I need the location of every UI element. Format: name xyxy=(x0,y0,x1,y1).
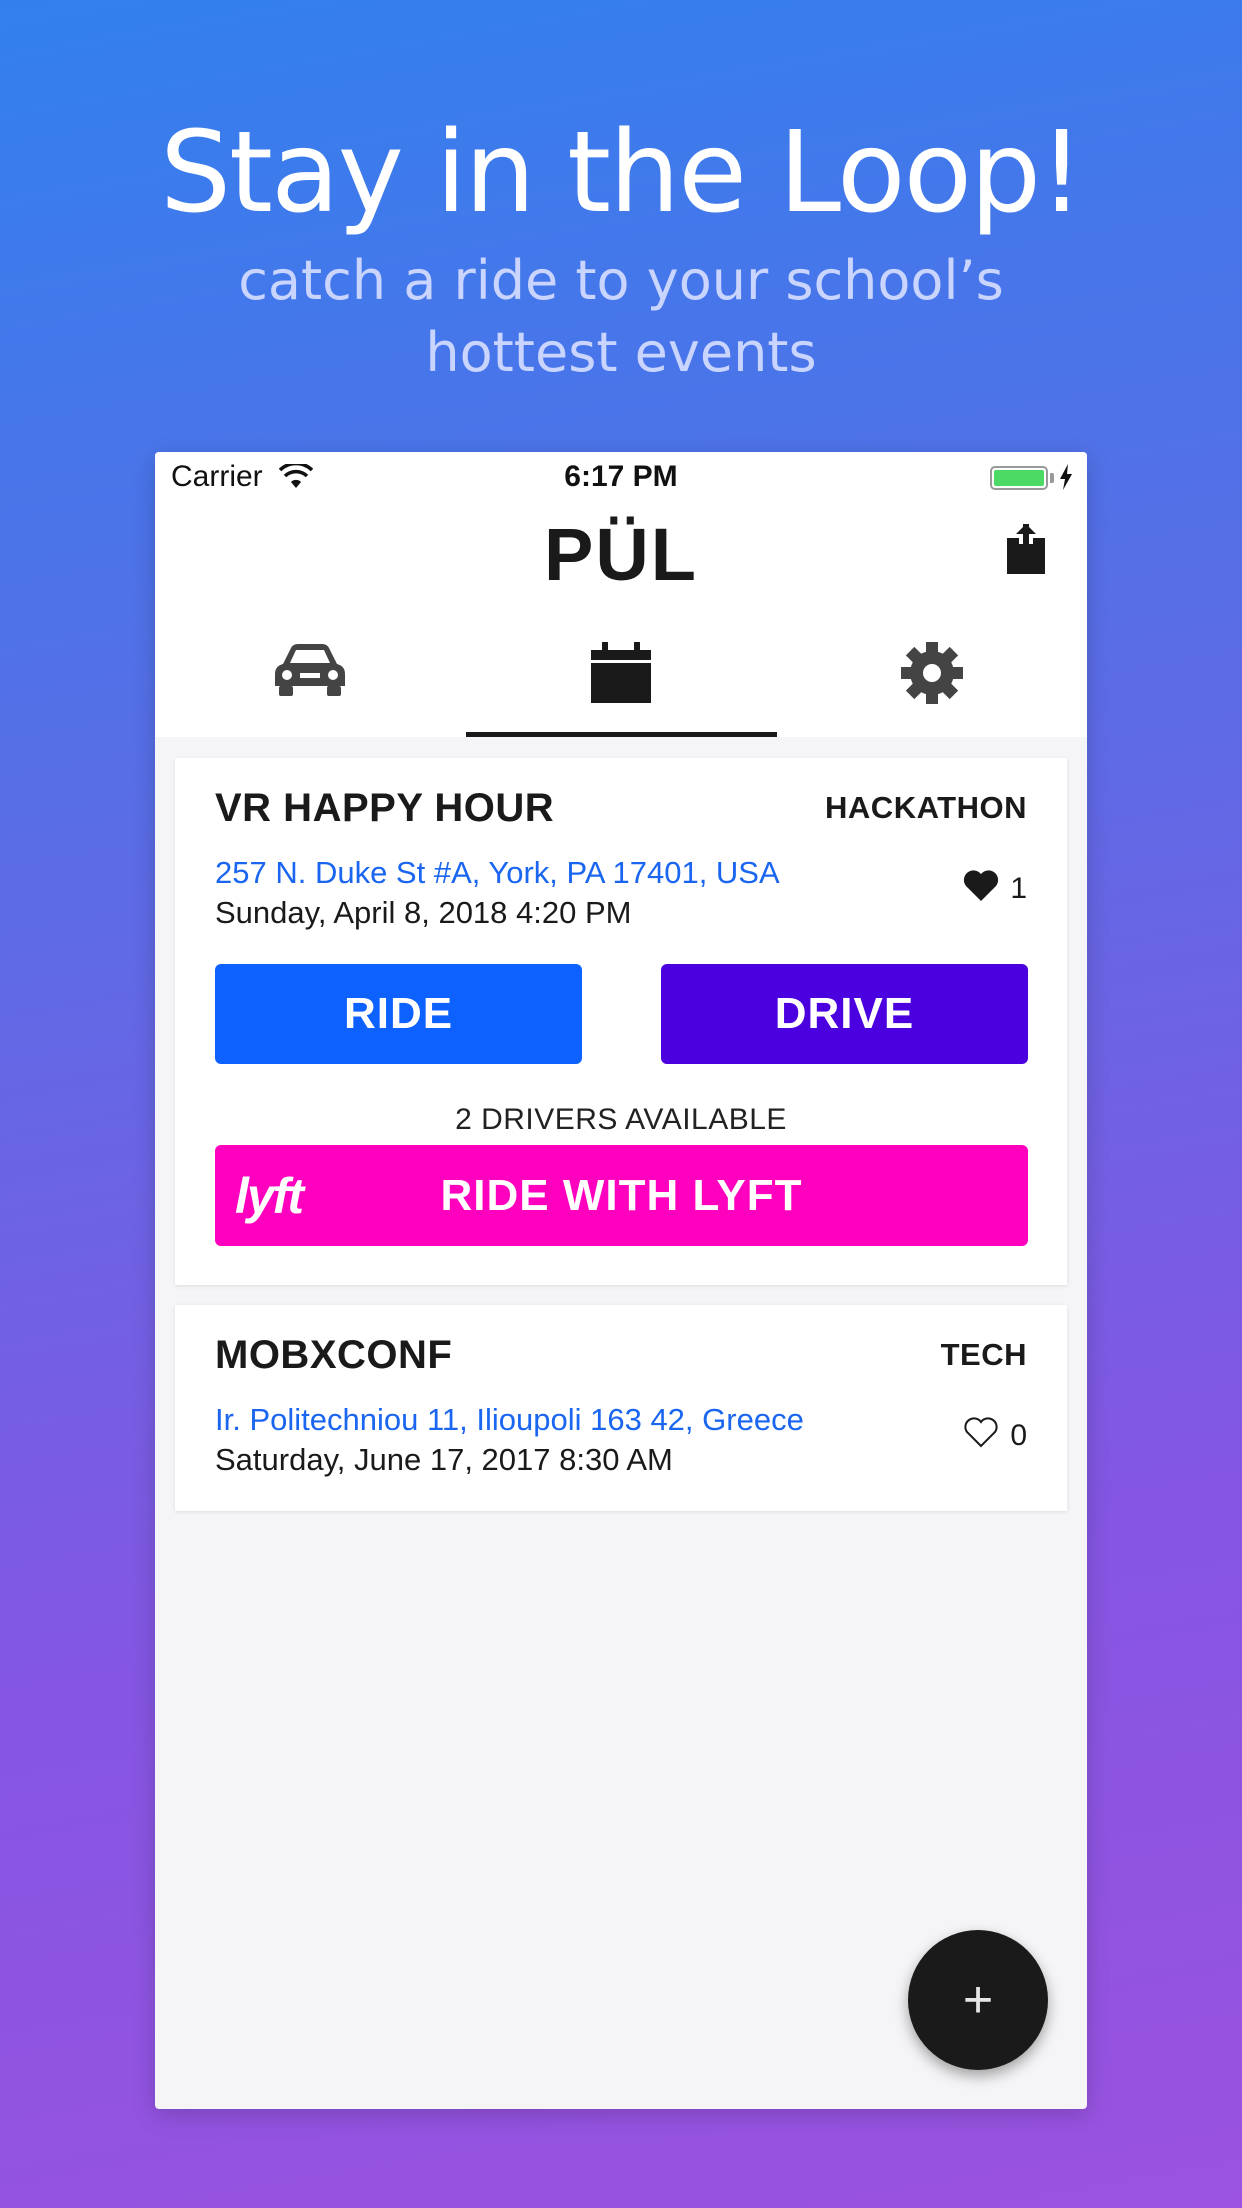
phone-screen: Carrier 6:17 PM PÜL VR HAPPY HOUR HACKAT… xyxy=(155,452,1087,2109)
like-control[interactable]: 0 xyxy=(962,1415,1027,1457)
battery-tip xyxy=(1050,473,1054,483)
event-address-link[interactable]: Ir. Politechniou 11, Ilioupoli 163 42, G… xyxy=(215,1402,804,1438)
tab-events[interactable] xyxy=(466,622,776,737)
event-date: Saturday, June 17, 2017 8:30 AM xyxy=(215,1442,673,1477)
calendar-icon xyxy=(590,642,652,709)
event-date: Sunday, April 8, 2018 4:20 PM xyxy=(215,895,632,930)
share-icon[interactable] xyxy=(1005,524,1047,581)
drive-button[interactable]: DRIVE xyxy=(661,964,1028,1064)
event-title: MOBXCONF xyxy=(215,1333,453,1377)
ride-button[interactable]: RIDE xyxy=(215,964,582,1064)
charging-icon xyxy=(1059,464,1073,495)
add-event-button[interactable]: + xyxy=(908,1930,1048,2070)
event-address-link[interactable]: 257 N. Duke St #A, York, PA 17401, USA xyxy=(215,855,780,891)
ride-with-lyft-button[interactable]: lyft RIDE WITH LYFT xyxy=(215,1145,1028,1246)
hero-subline: catch a ride to your school’s hottest ev… xyxy=(238,249,1004,384)
battery-icon xyxy=(990,466,1048,490)
active-tab-indicator xyxy=(466,732,777,737)
tab-settings[interactable] xyxy=(777,622,1087,737)
status-time: 6:17 PM xyxy=(564,460,678,493)
event-category: HACKATHON xyxy=(825,790,1027,825)
tab-rides[interactable] xyxy=(155,622,465,737)
gear-icon xyxy=(901,642,963,709)
like-count: 0 xyxy=(1010,1419,1027,1452)
plus-icon: + xyxy=(962,1971,994,2029)
event-card[interactable]: MOBXCONF TECH Ir. Politechniou 11, Iliou… xyxy=(175,1305,1067,1511)
lyft-logo: lyft xyxy=(235,1168,304,1224)
app-logo: PÜL xyxy=(544,513,698,596)
like-control[interactable]: 1 xyxy=(962,868,1027,910)
event-card[interactable]: VR HAPPY HOUR HACKATHON 257 N. Duke St #… xyxy=(175,758,1067,1285)
event-title: VR HAPPY HOUR xyxy=(215,786,555,830)
like-count: 1 xyxy=(1010,872,1027,905)
heart-outline-icon xyxy=(962,1415,1000,1457)
heart-filled-icon xyxy=(962,868,1000,910)
event-category: TECH xyxy=(940,1337,1027,1372)
car-icon xyxy=(273,642,347,703)
tab-bar xyxy=(155,622,1087,737)
drivers-available: 2 DRIVERS AVAILABLE xyxy=(455,1103,787,1136)
hero-headline: Stay in the Loop! xyxy=(159,108,1084,238)
status-bar: Carrier 6:17 PM xyxy=(155,452,1087,504)
lyft-button-label: RIDE WITH LYFT xyxy=(440,1170,803,1220)
